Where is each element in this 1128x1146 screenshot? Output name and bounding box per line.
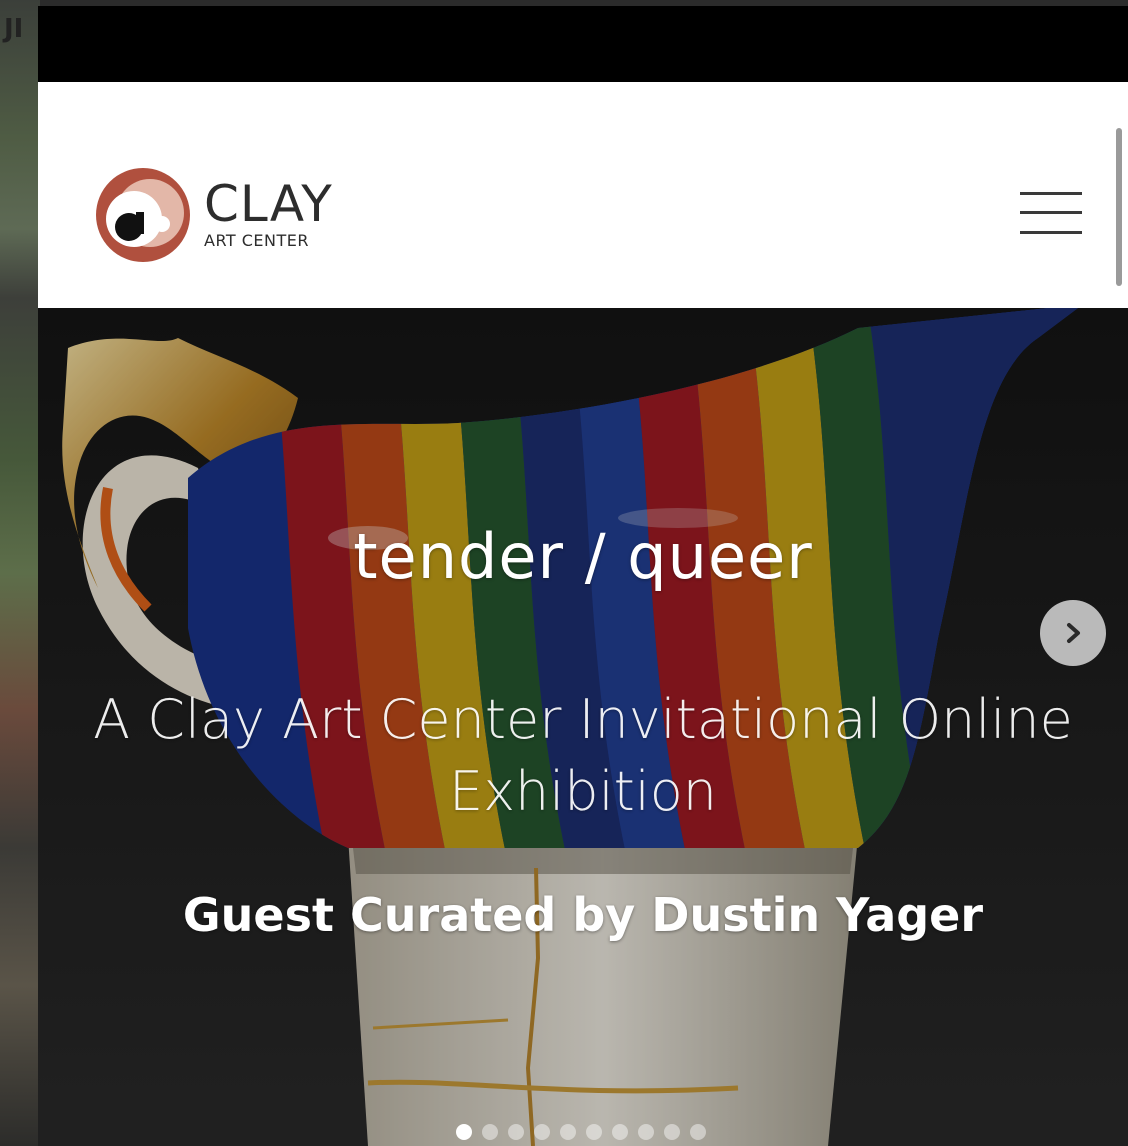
slide-dot[interactable]	[482, 1124, 498, 1140]
slide-dot[interactable]	[612, 1124, 628, 1140]
logo-tagline: ART CENTER	[204, 231, 310, 250]
screen: JI CLAY ART CENTER tender / queer A Clay…	[0, 0, 1128, 1146]
scrollbar-thumb[interactable]	[1116, 128, 1122, 286]
slide-dot[interactable]	[456, 1124, 472, 1140]
background-partial-text: JI	[4, 14, 24, 44]
logo-wordmark: CLAY	[204, 175, 333, 233]
slide-dot[interactable]	[560, 1124, 576, 1140]
hamburger-menu-button[interactable]	[1018, 188, 1084, 238]
slide-dot[interactable]	[508, 1124, 524, 1140]
slide-dot[interactable]	[586, 1124, 602, 1140]
slide-dot[interactable]	[664, 1124, 680, 1140]
hero-slideshow: tender / queer A Clay Art Center Invitat…	[38, 308, 1128, 1146]
top-black-bar	[38, 6, 1128, 82]
clay-logo-icon	[96, 168, 190, 262]
site-header: CLAY ART CENTER	[38, 82, 1128, 309]
slide-dot[interactable]	[690, 1124, 706, 1140]
menu-line	[1020, 192, 1082, 195]
menu-line	[1020, 211, 1082, 214]
site-logo[interactable]: CLAY ART CENTER	[92, 160, 352, 270]
slide-dot[interactable]	[534, 1124, 550, 1140]
slide-dot[interactable]	[638, 1124, 654, 1140]
chevron-right-icon	[1067, 623, 1080, 643]
slide-next-button[interactable]	[1040, 600, 1106, 666]
menu-line	[1020, 231, 1082, 234]
hero-title: tender / queer	[353, 520, 813, 593]
hero-curator-credit: Guest Curated by Dustin Yager	[182, 888, 984, 942]
background-page-strip: JI	[0, 0, 40, 1146]
slide-indicator-dots	[456, 1124, 706, 1140]
hero-subtitle: A Clay Art Center Invitational Online Ex…	[93, 688, 1073, 823]
